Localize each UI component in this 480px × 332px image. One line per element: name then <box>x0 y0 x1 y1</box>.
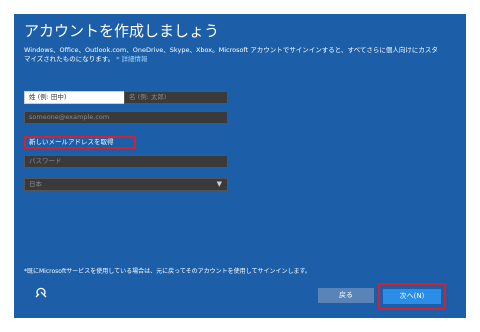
back-button[interactable]: 戻る <box>318 288 374 303</box>
email-field[interactable]: someone@example.com <box>24 111 228 124</box>
next-button[interactable]: 次へ(N) <box>383 289 441 304</box>
description-text: Windows、Office、Outlook.com、OneDrive、Skyp… <box>24 46 444 64</box>
country-select[interactable]: 日本 ▼ <box>24 178 228 191</box>
password-field[interactable]: パスワード <box>24 155 228 168</box>
get-new-email-link[interactable]: 新しいメールアドレスを取得 <box>24 136 136 149</box>
page-title: アカウントを作成しましょう <box>24 22 220 40</box>
description-body: Windows、Office、Outlook.com、OneDrive、Skyp… <box>24 46 438 63</box>
details-link[interactable]: * 詳細情報 <box>116 55 147 63</box>
chevron-down-icon: ▼ <box>216 180 222 188</box>
last-name-field[interactable]: 姓 (例: 田中) <box>24 91 128 104</box>
first-name-field[interactable]: 名 (例: 太郎) <box>124 91 228 104</box>
country-value: 日本 <box>29 180 42 188</box>
signin-note: *既にMicrosoftサービスを使用している場合は、元に戻ってそのアカウントを… <box>24 268 311 275</box>
ease-of-access-icon[interactable] <box>34 286 48 300</box>
